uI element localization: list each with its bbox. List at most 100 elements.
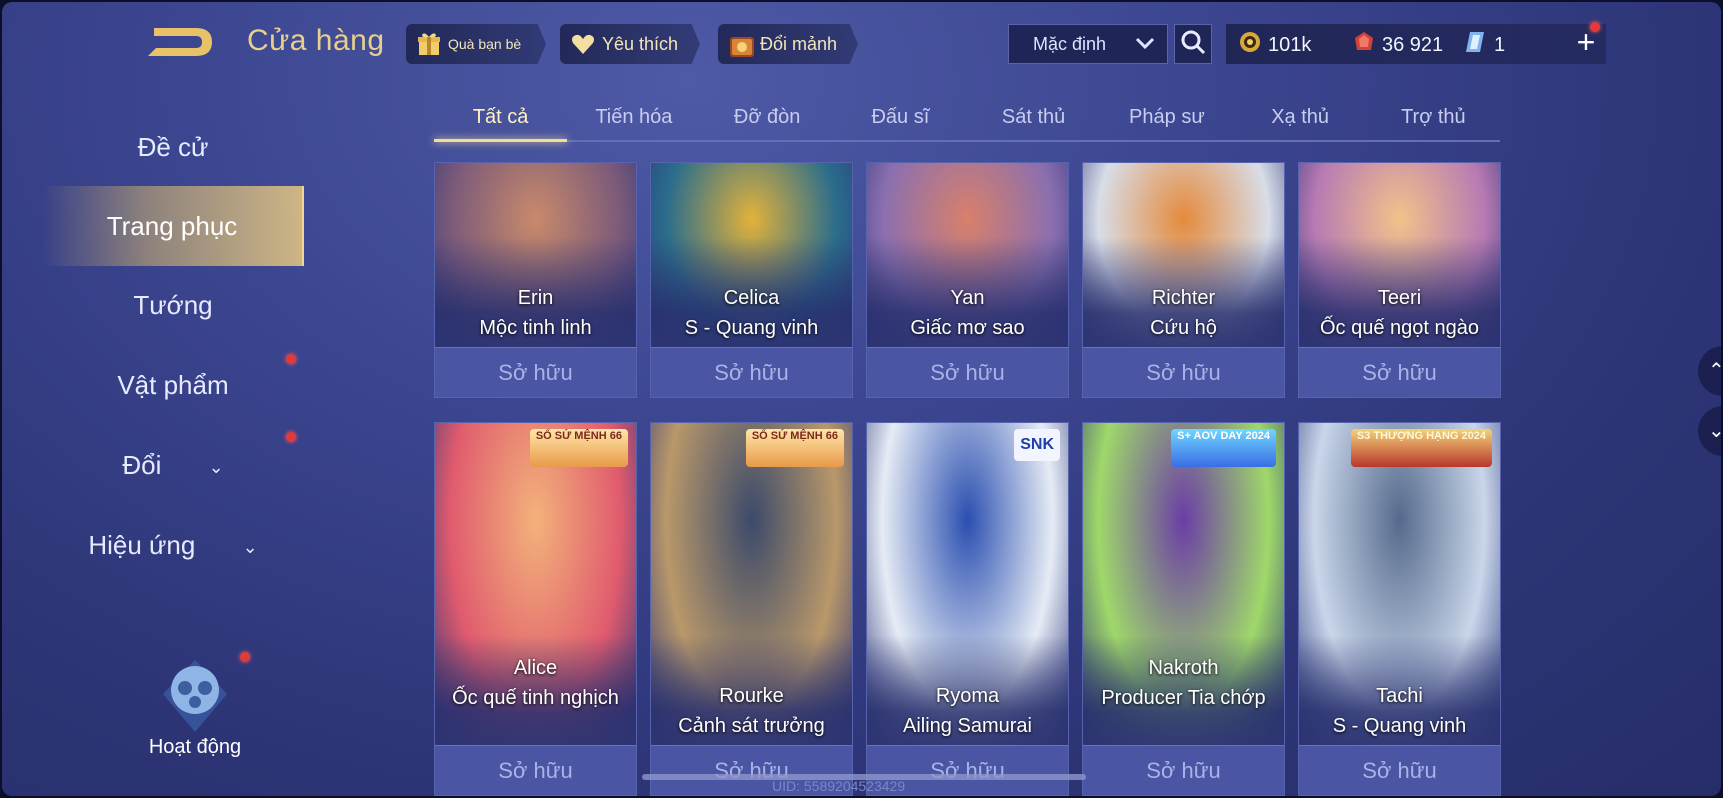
- sidebar-item-label: Trang phục: [106, 211, 238, 241]
- sidebar-item-label: Đề cử: [137, 132, 209, 162]
- shop-screen: Cửa hàng Quà bạn bè Yêu thích Đổi mảnh M…: [2, 2, 1721, 796]
- friend-gift-label: Quà bạn bè: [448, 36, 522, 52]
- skin-card[interactable]: Erin Mộc tinh linh Sở hữu: [434, 162, 637, 398]
- sidebar-item-heroes[interactable]: Tướng: [42, 278, 304, 332]
- sidebar-item-effects[interactable]: Hiệu ứng ⌄: [42, 518, 304, 572]
- skin-name: Ốc quế ngọt ngào: [1319, 317, 1479, 339]
- skin-name: S - Quang vinh: [684, 317, 819, 339]
- tab-mage[interactable]: Pháp sư: [1100, 98, 1233, 140]
- gift-icon: [416, 31, 442, 57]
- shard-chest-icon: [728, 31, 754, 57]
- mission-book-badge: SỔ SỨ MỆNH 66: [529, 429, 628, 467]
- hero-name: Tachi: [1376, 685, 1423, 707]
- owned-status: Sở hữu: [1299, 745, 1500, 795]
- page-title: Cửa hàng: [247, 24, 385, 57]
- sidebar-item-label: Vật phẩm: [117, 370, 229, 400]
- hero-name: Teeri: [1377, 287, 1422, 309]
- hero-name: Nakroth: [1148, 657, 1219, 679]
- chevron-down-icon: ⌄: [208, 457, 224, 478]
- exchange-shards-label: Đổi mảnh: [760, 33, 838, 54]
- hero-name: Richter: [1151, 287, 1216, 309]
- coupon-balance: 36 921: [1352, 30, 1443, 60]
- search-button[interactable]: [1174, 24, 1212, 64]
- favorites-button[interactable]: Yêu thích: [560, 24, 700, 64]
- skin-name: Giấc mơ sao: [910, 317, 1025, 339]
- chevron-down-icon: [1135, 34, 1155, 55]
- sort-value: Mặc định: [1033, 33, 1107, 54]
- hero-name: Rourke: [719, 685, 784, 707]
- skin-card[interactable]: SNK Ryoma Ailing Samurai Sở hữu: [866, 422, 1069, 796]
- skin-card[interactable]: Teeri Ốc quế ngọt ngào Sở hữu: [1298, 162, 1501, 398]
- mission-book-badge: SỔ SỨ MỆNH 66: [745, 429, 844, 467]
- skin-card[interactable]: SỔ SỨ MỆNH 66 Rourke Cảnh sát trưởng Sở …: [650, 422, 853, 796]
- tab-support[interactable]: Trợ thủ: [1367, 98, 1500, 140]
- skin-name: Ốc quế tinh nghịch: [452, 687, 619, 709]
- skin-card[interactable]: Celica S - Quang vinh Sở hữu: [650, 162, 853, 398]
- season-rank-badge: S3 THƯỢNG HẠNG 2024: [1350, 429, 1492, 467]
- activity-button[interactable]: Hoạt động: [140, 652, 250, 762]
- search-icon: [1180, 29, 1206, 60]
- hero-name: Ryoma: [935, 685, 1000, 707]
- friend-gift-button[interactable]: Quà bạn bè: [406, 24, 546, 64]
- owned-status: Sở hữu: [1083, 745, 1284, 795]
- skin-card[interactable]: S3 THƯỢNG HẠNG 2024 Tachi S - Quang vinh…: [1298, 422, 1501, 796]
- owned-status: Sở hữu: [651, 347, 852, 397]
- hero-name: Celica: [723, 287, 780, 309]
- activity-orb-icon: [153, 652, 237, 736]
- tab-all[interactable]: Tất cả: [434, 98, 568, 142]
- crystal-amount: 1: [1494, 33, 1506, 56]
- sidebar-item-exchange[interactable]: Đổi ⌄: [42, 438, 304, 492]
- activity-notification-dot: [240, 652, 250, 662]
- tab-tank[interactable]: Đỡ đòn: [701, 98, 834, 140]
- category-tabs: Tất cả Tiến hóa Đỡ đòn Đấu sĩ Sát thủ Ph…: [434, 98, 1500, 142]
- sidebar-item-costumes[interactable]: Trang phục: [42, 186, 304, 266]
- owned-status: Sở hữu: [1299, 347, 1500, 397]
- tab-marksman[interactable]: Xạ thủ: [1234, 98, 1367, 140]
- tab-fighter[interactable]: Đấu sĩ: [834, 98, 967, 140]
- skin-card[interactable]: Richter Cứu hộ Sở hữu: [1082, 162, 1285, 398]
- chevron-down-icon: ⌄: [1708, 420, 1721, 442]
- favorites-label: Yêu thích: [602, 33, 679, 54]
- chevron-down-icon: ⌄: [242, 537, 258, 558]
- gold-amount: 101k: [1268, 33, 1312, 56]
- snk-badge: SNK: [1014, 429, 1060, 461]
- skin-name: Cảnh sát trưởng: [678, 715, 825, 737]
- skin-card[interactable]: Yan Giấc mơ sao Sở hữu: [866, 162, 1069, 398]
- gold-coin-icon: [1238, 30, 1262, 60]
- ruby-coupon-icon: [1352, 30, 1376, 60]
- crystal-icon: [1464, 30, 1488, 60]
- sort-dropdown[interactable]: Mặc định: [1008, 24, 1168, 64]
- items-notification-dot: [286, 354, 296, 364]
- skin-name: S - Quang vinh: [1332, 715, 1467, 737]
- owned-status: Sở hữu: [435, 745, 636, 795]
- exchange-shards-button[interactable]: Đổi mảnh: [718, 24, 858, 64]
- skin-card[interactable]: S+ AOV DAY 2024 Nakroth Producer Tia chớ…: [1082, 422, 1285, 796]
- owned-status: Sở hữu: [1083, 347, 1284, 397]
- notification-dot: [1590, 22, 1600, 32]
- activity-label: Hoạt động: [148, 736, 242, 758]
- sidebar-item-items[interactable]: Vật phẩm: [42, 358, 304, 412]
- owned-status: Sở hữu: [867, 347, 1068, 397]
- skin-name: Cứu hộ: [1150, 317, 1217, 339]
- tab-evolution[interactable]: Tiến hóa: [567, 98, 700, 140]
- sidebar-item-label: Hiệu ứng: [88, 530, 196, 560]
- sidebar-item-label: Đổi: [122, 450, 162, 480]
- chevron-up-icon: ⌃: [1708, 360, 1721, 382]
- exchange-notification-dot: [286, 432, 296, 442]
- heart-icon: [570, 31, 596, 57]
- sidebar-item-label: Tướng: [133, 290, 213, 320]
- uid-text: UID: 5589204523429: [772, 778, 906, 794]
- back-button[interactable]: [146, 24, 218, 60]
- owned-status: Sở hữu: [435, 347, 636, 397]
- sidebar-item-recommended[interactable]: Đề cử: [42, 120, 304, 174]
- scroll-up-button[interactable]: ⌃: [1698, 346, 1721, 396]
- coupon-amount: 36 921: [1382, 33, 1444, 56]
- hero-name: Alice: [513, 657, 558, 679]
- skin-card[interactable]: SỔ SỨ MỆNH 66 Alice Ốc quế tinh nghịch S…: [434, 422, 637, 796]
- skin-name: Ailing Samurai: [903, 715, 1032, 737]
- scroll-down-button[interactable]: ⌄: [1698, 406, 1721, 456]
- crystal-balance: 1: [1464, 30, 1505, 60]
- gold-balance: 101k: [1238, 30, 1311, 60]
- tab-assassin[interactable]: Sát thủ: [967, 98, 1100, 140]
- hero-name: Yan: [950, 287, 985, 309]
